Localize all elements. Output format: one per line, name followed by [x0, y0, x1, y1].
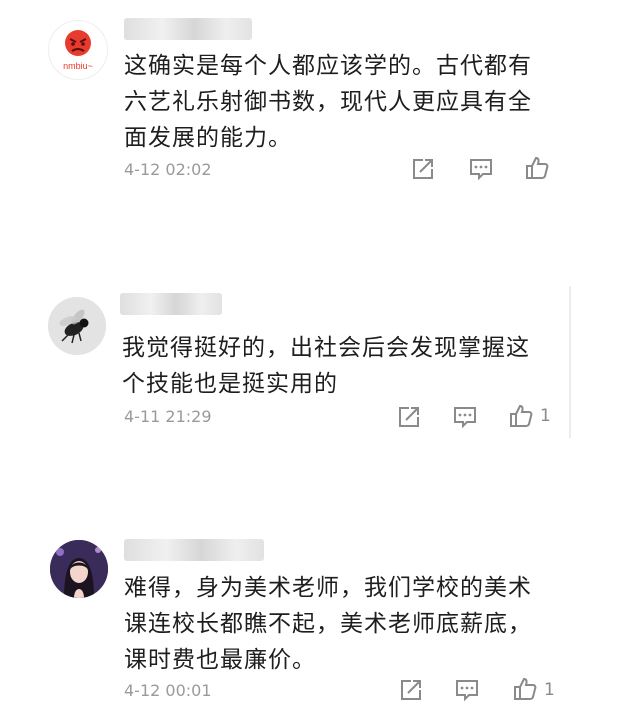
user-photo-icon	[50, 540, 108, 598]
reply-button[interactable]	[468, 156, 494, 182]
like-count: 1	[544, 680, 555, 700]
comment-text: 我觉得挺好的，出社会后会发现掌握这 个技能也是挺实用的	[122, 335, 530, 397]
thumbs-up-icon	[526, 156, 549, 179]
share-button[interactable]	[396, 404, 422, 430]
username[interactable]	[120, 293, 222, 315]
fly-avatar-icon	[48, 297, 106, 355]
thumbs-up-icon	[514, 677, 537, 700]
username[interactable]	[124, 539, 264, 561]
comment-icon	[454, 407, 476, 429]
comment-icon	[470, 159, 492, 181]
svg-text:nmbiu~: nmbiu~	[63, 61, 93, 71]
share-button[interactable]	[398, 677, 424, 703]
comment-text: 这确实是每个人都应该学的。古代都有 六艺礼乐射御书数，现代人更应具有全 面发展的…	[124, 53, 532, 151]
comment-icon	[456, 680, 478, 702]
share-icon	[413, 159, 433, 179]
share-icon	[399, 407, 419, 427]
comment-time: 4-12 00:01	[124, 681, 212, 700]
thumbs-up-icon	[510, 404, 533, 427]
avatar[interactable]	[48, 297, 106, 355]
scrollbar[interactable]	[569, 286, 571, 438]
reply-button[interactable]	[454, 677, 480, 703]
like-count: 1	[540, 406, 551, 426]
share-icon	[401, 680, 421, 700]
comment-time: 4-11 21:29	[124, 407, 212, 426]
like-button[interactable]	[524, 155, 550, 181]
like-button[interactable]	[508, 403, 534, 429]
comment-text: 难得，身为美术老师，我们学校的美术 课连校长都瞧不起，美术老师底薪底， 课时费也…	[124, 575, 532, 673]
avatar[interactable]: nmbiu~	[48, 20, 108, 80]
share-button[interactable]	[410, 156, 436, 182]
reply-button[interactable]	[452, 404, 478, 430]
comment-time: 4-12 02:02	[124, 160, 212, 179]
username[interactable]	[124, 18, 252, 40]
like-button[interactable]	[512, 676, 538, 702]
angry-face-icon: nmbiu~	[63, 30, 93, 71]
avatar[interactable]	[50, 540, 108, 598]
